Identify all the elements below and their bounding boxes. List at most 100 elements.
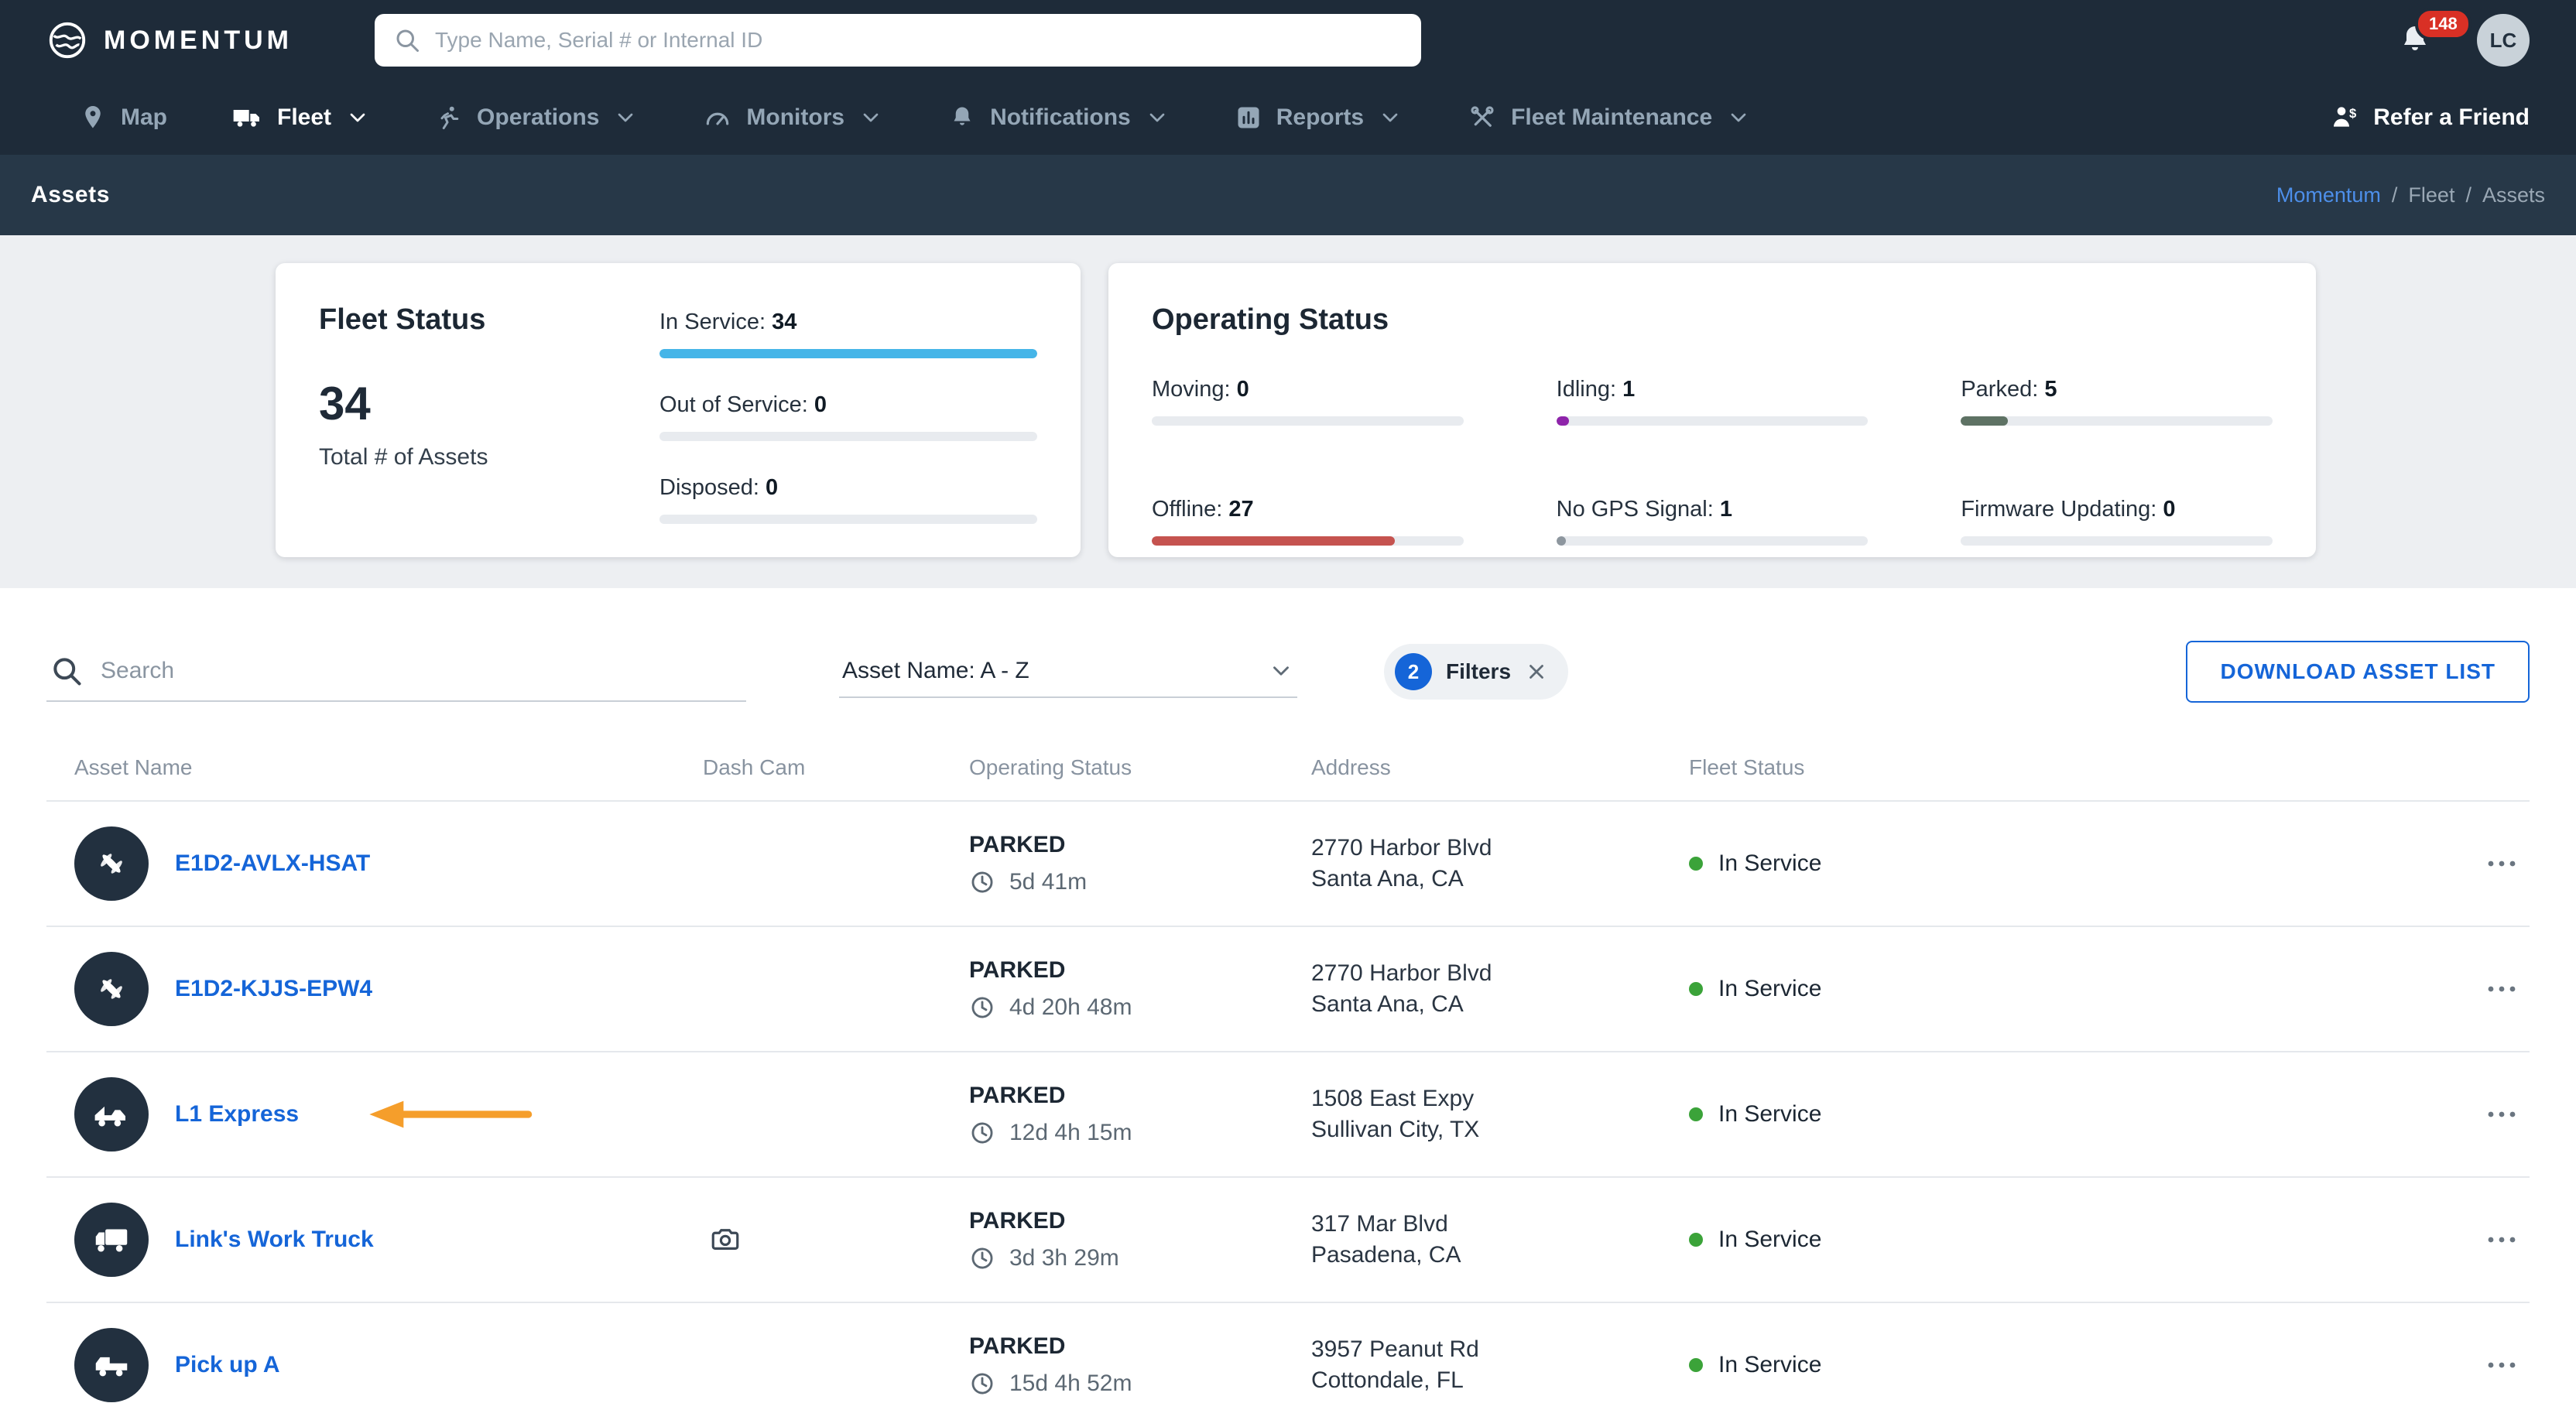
gauge-icon — [703, 103, 732, 132]
row-menu-button[interactable] — [2443, 1221, 2530, 1258]
refer-a-friend-button[interactable]: $ Refer a Friend — [2330, 102, 2530, 133]
notifications-bell[interactable]: 148 — [2396, 8, 2472, 59]
row-menu-button[interactable] — [2443, 1347, 2530, 1384]
address-cell: 3957 Peanut Rd Cottondale, FL — [1311, 1336, 1479, 1393]
download-asset-list-button[interactable]: DOWNLOAD ASSET LIST — [2186, 641, 2530, 703]
chevron-down-icon — [1726, 105, 1751, 130]
column-header-address: Address — [1311, 755, 1391, 779]
metric-parked: Parked: 5 — [1961, 374, 2273, 426]
asset-name-link[interactable]: L1 Express — [175, 1101, 299, 1128]
search-icon — [393, 26, 421, 54]
asset-name-link[interactable]: E1D2-KJJS-EPW4 — [175, 976, 372, 1002]
metric-no-gps: No GPS Signal: 1 — [1556, 494, 1869, 546]
table-row[interactable]: Pick up A PARKED 15d 4h 52m 3957 Peanut … — [46, 1302, 2530, 1427]
progress-bar — [1961, 536, 2273, 546]
nav-item-operations[interactable]: Operations — [402, 80, 670, 155]
breadcrumb-momentum[interactable]: Momentum — [2276, 183, 2381, 207]
clock-icon — [969, 1120, 995, 1146]
asset-avatar — [74, 1203, 149, 1277]
filters-chip[interactable]: 2 Filters — [1384, 644, 1569, 700]
asset-name-link[interactable]: E1D2-AVLX-HSAT — [175, 850, 370, 877]
table-row[interactable]: E1D2-AVLX-HSAT PARKED 5d 41m 2770 Harbor… — [46, 800, 2530, 926]
nav-item-map[interactable]: Map — [46, 80, 200, 155]
close-icon[interactable] — [1525, 660, 1548, 683]
progress-bar — [659, 349, 1037, 358]
global-search-input[interactable] — [435, 28, 1403, 53]
asset-avatar — [74, 952, 149, 1026]
notifications-badge: 148 — [2415, 8, 2472, 40]
operating-status-value: PARKED — [969, 832, 1066, 857]
search-icon — [50, 654, 84, 688]
progress-bar — [1556, 416, 1869, 426]
fleet-status-card: Fleet Status 34 Total # of Assets In Ser… — [276, 263, 1081, 557]
tools-icon — [1468, 103, 1497, 132]
filters-label: Filters — [1446, 659, 1512, 683]
row-menu-button[interactable] — [2443, 1096, 2530, 1133]
asset-list-section: Asset Name: A - Z 2 Filters DOWNLOAD ASS… — [0, 588, 2576, 1427]
row-menu-button[interactable] — [2443, 845, 2530, 882]
nav-item-fleet[interactable]: Fleet — [200, 80, 402, 155]
address-cell: 2770 Harbor Blvd Santa Ana, CA — [1311, 960, 1492, 1017]
global-search[interactable] — [375, 14, 1421, 67]
fleet-status-cell: In Service — [1689, 850, 2443, 877]
progress-bar — [659, 432, 1037, 441]
breadcrumb-separator: / — [2391, 183, 2398, 207]
refer-friend-icon: $ — [2330, 102, 2361, 133]
clock-icon — [969, 994, 995, 1021]
column-header-asset-name: Asset Name — [74, 755, 193, 779]
asset-avatar — [74, 1328, 149, 1402]
status-duration: 12d 4h 15m — [1009, 1120, 1132, 1145]
drone-icon — [91, 968, 132, 1010]
status-dot — [1689, 857, 1703, 871]
nav-item-fleet-maintenance[interactable]: Fleet Maintenance — [1435, 80, 1783, 155]
brand[interactable]: MOMENTUM — [46, 19, 375, 61]
chevron-down-icon — [345, 105, 370, 130]
address-cell: 2770 Harbor Blvd Santa Ana, CA — [1311, 835, 1492, 891]
address-cell: 317 Mar Blvd Pasadena, CA — [1311, 1211, 1461, 1268]
asset-search[interactable] — [46, 642, 746, 702]
nav-item-notifications[interactable]: Notifications — [916, 80, 1202, 155]
sort-select[interactable]: Asset Name: A - Z — [839, 645, 1297, 698]
asset-name-link[interactable]: Link's Work Truck — [175, 1227, 374, 1253]
table-row[interactable]: E1D2-KJJS-EPW4 PARKED 4d 20h 48m 2770 Ha… — [46, 926, 2530, 1051]
chevron-down-icon — [1378, 105, 1403, 130]
avatar[interactable]: LC — [2477, 14, 2530, 67]
box-truck-icon — [91, 1219, 132, 1261]
asset-name-link[interactable]: Pick up A — [175, 1352, 280, 1378]
nav-item-monitors[interactable]: Monitors — [670, 80, 916, 155]
metric-disposed: Disposed: 0 — [659, 472, 1037, 524]
status-cards-section: Fleet Status 34 Total # of Assets In Ser… — [0, 235, 2576, 588]
metric-idling: Idling: 1 — [1556, 374, 1869, 426]
fleet-status-cell: In Service — [1689, 1227, 2443, 1253]
annotation-arrow — [364, 1097, 534, 1131]
drone-icon — [91, 843, 132, 885]
list-toolbar: Asset Name: A - Z 2 Filters DOWNLOAD ASS… — [46, 641, 2530, 703]
metric-firmware-updating: Firmware Updating: 0 — [1961, 494, 2273, 546]
operating-status-card: Operating Status Moving: 0 Idling: 1 Par… — [1108, 263, 2316, 557]
fleet-status-title: Fleet Status — [319, 303, 486, 336]
chevron-down-icon — [613, 105, 638, 130]
operating-status-title: Operating Status — [1152, 303, 1389, 336]
column-header-fleet-status: Fleet Status — [1689, 755, 1805, 779]
clock-icon — [969, 1245, 995, 1271]
asset-search-input[interactable] — [101, 658, 743, 684]
column-header-operating-status: Operating Status — [969, 755, 1132, 779]
metric-moving: Moving: 0 — [1152, 374, 1464, 426]
runner-icon — [435, 104, 463, 132]
row-menu-button[interactable] — [2443, 970, 2530, 1008]
dash-cam-icon[interactable] — [709, 1223, 742, 1256]
nav-item-reports[interactable]: Reports — [1202, 80, 1435, 155]
total-assets-value: 34 — [319, 378, 371, 429]
total-assets-label: Total # of Assets — [319, 444, 488, 470]
fleet-status-cell: In Service — [1689, 976, 2443, 1002]
table-row[interactable]: Link's Work Truck PARKED 3d 3h 29m 317 M… — [46, 1176, 2530, 1302]
bell-icon — [948, 104, 976, 132]
status-duration: 5d 41m — [1009, 869, 1088, 895]
table-row[interactable]: L1 Express PARKED 12d 4h 15m 1508 East E… — [46, 1051, 2530, 1176]
brand-name: MOMENTUM — [104, 25, 293, 55]
progress-bar — [659, 515, 1037, 524]
chevron-down-icon — [858, 105, 883, 130]
asset-avatar — [74, 826, 149, 901]
status-dot — [1689, 982, 1703, 996]
status-dot — [1689, 1107, 1703, 1121]
